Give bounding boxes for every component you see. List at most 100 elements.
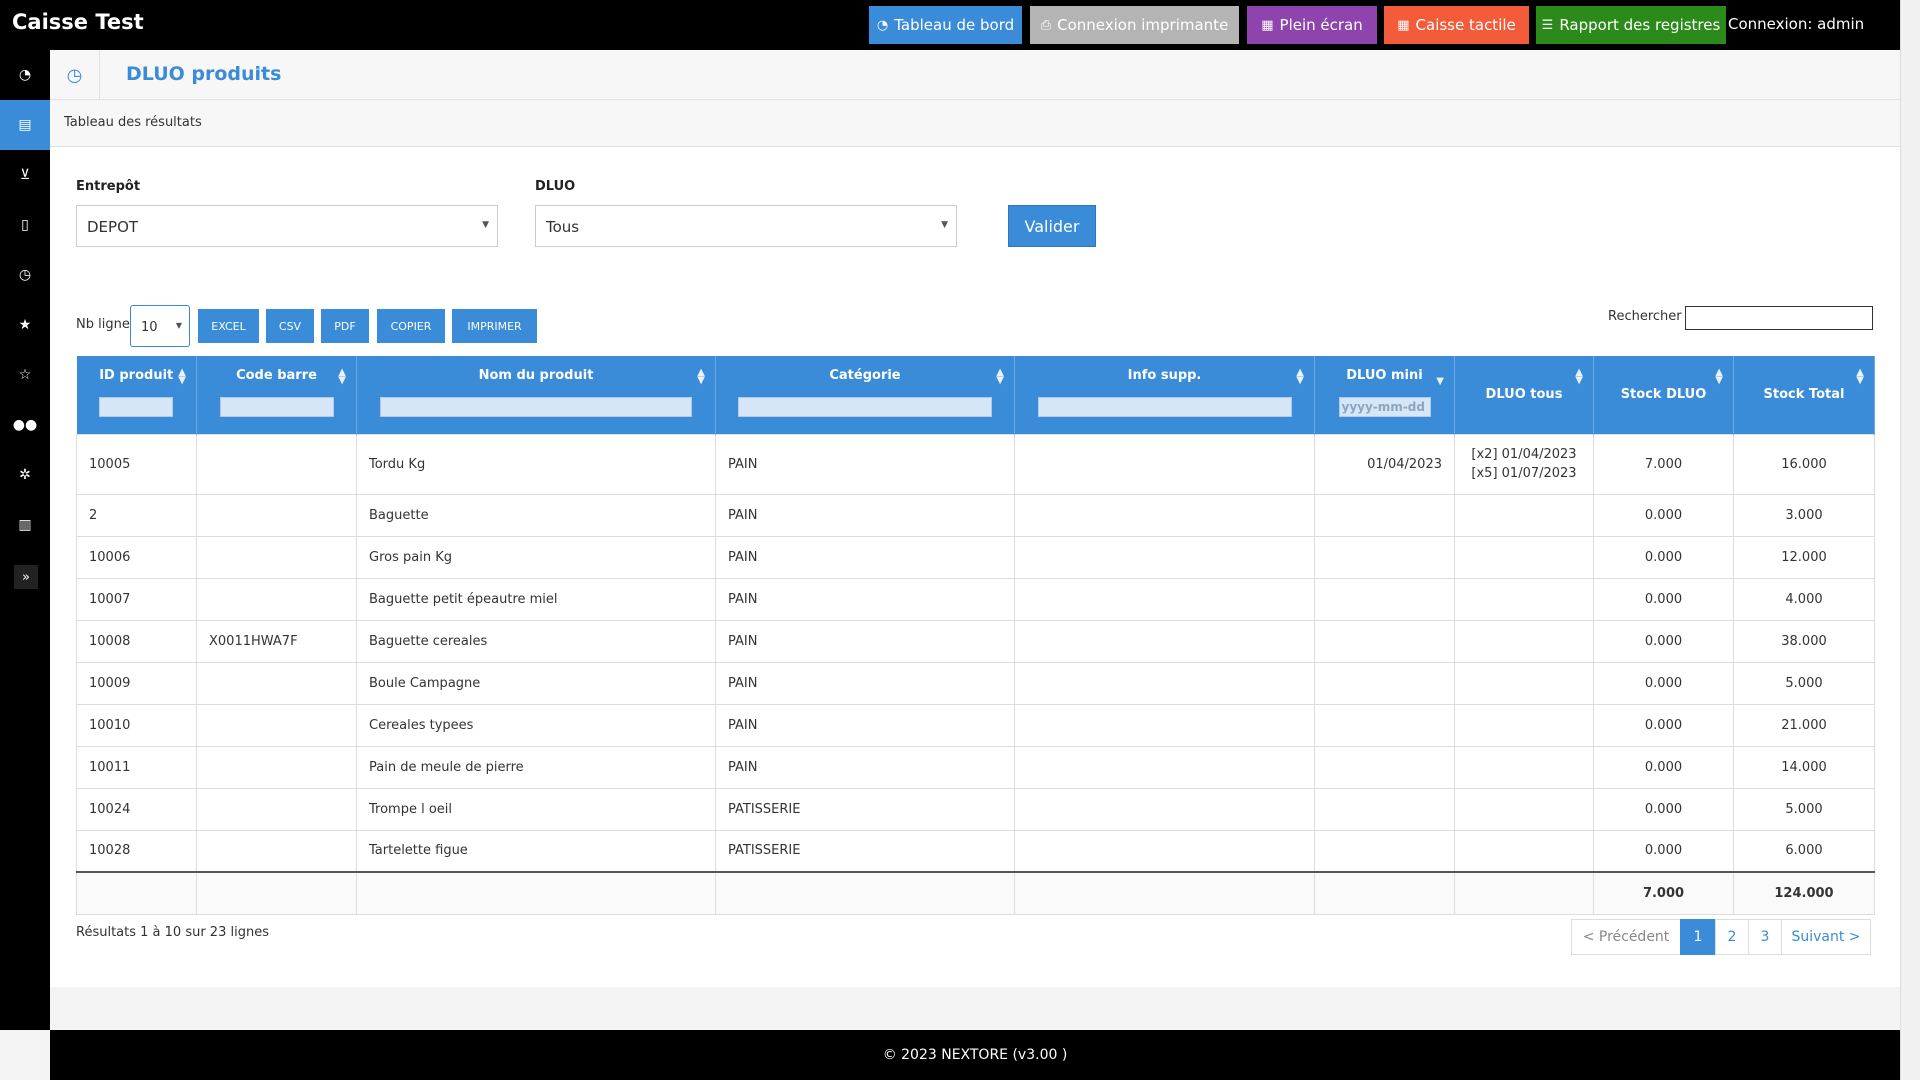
table-cell-stotal: 4.000 [1733,577,1875,621]
csv-button[interactable]: CSV [266,309,314,343]
table-cell-info [1014,745,1315,789]
pagination-prev[interactable]: < Précédent [1571,919,1681,955]
sidebar-item-star[interactable]: ★ [0,300,50,350]
table-cell-info [1014,577,1315,621]
register-report-button[interactable]: ☰ Rapport des registres [1536,6,1726,44]
cart-icon: ⊻ [19,167,31,183]
pagination-next[interactable]: Suivant > [1781,919,1871,955]
copy-button[interactable]: COPIER [377,309,445,343]
dluo-select[interactable]: Tous ▼ [535,205,957,247]
list-icon: ☰ [1541,17,1554,33]
filter-input-info[interactable] [1037,397,1292,417]
dashboard-button[interactable]: ◔ Tableau de bord [869,6,1022,44]
column-header-label: Nom du produit [478,368,594,383]
sidebar-item-clock[interactable]: ◷ [0,250,50,300]
table-row[interactable]: 10007 Baguette petit épeautre miel PAIN 0.0… [76,577,1875,621]
touch-register-button[interactable]: ▦ Caisse tactile [1384,6,1529,44]
column-header-name[interactable]: Nom du produit ▲ ▼ [356,356,716,434]
sidebar-item-table[interactable]: ▤ [0,100,50,150]
table-cell-nom: Tartelette figue [356,829,716,873]
column-header-dluo-tous[interactable]: DLUO tous ▲ ▼ [1454,356,1594,434]
column-header-info[interactable]: Info supp. ▲ ▼ [1014,356,1315,434]
panel-heading: Tableau des résultats [50,101,1900,147]
grid-icon: ▦ [1397,17,1410,33]
column-header-dluo-mini[interactable]: DLUO mini ▼ yyyy-mm-dd [1314,356,1455,434]
validate-button[interactable]: Valider [1008,205,1096,247]
table-row[interactable]: 10028 Tartelette figue PATISSERIE 0.000 6.00… [76,829,1875,873]
table-cell-id: 10028 [76,829,197,873]
scrollbar[interactable] [1900,0,1920,1080]
search-label: Rechercher [1608,309,1682,324]
nb-ligne-select[interactable]: 10 ▼ [130,305,190,347]
column-header-category[interactable]: Catégorie ▲ ▼ [715,356,1015,434]
column-header-barcode[interactable]: Code barre ▲ ▼ [196,356,357,434]
sidebar-item-stats[interactable]: ▥ [0,500,50,550]
table-cell-code [196,787,357,831]
date-filter-input[interactable]: yyyy-mm-dd [1338,397,1431,417]
table-cell-id: 10009 [76,661,197,705]
table-cell [356,871,716,915]
table-row[interactable]: 10010 Cereales typees PAIN 0.000 21.000 [76,703,1875,747]
table-row[interactable]: 10005 Tordu Kg PAIN 01/04/2023 [x2] 01/04/20… [76,433,1875,495]
table-cell-id: 10006 [76,535,197,579]
entrepot-label: Entrepôt [76,179,141,194]
table-cell-id: 2 [76,493,197,537]
table-row[interactable]: 10008 X0011HWA7F Baguette cereales PAIN 0.00… [76,619,1875,663]
nb-ligne-label: Nb ligne [76,317,130,332]
table-cell-sdluo: 0.000 [1593,619,1734,663]
column-header-label: Catégorie [829,368,901,383]
column-header-id[interactable]: ID produit ▲ ▼ [76,356,197,434]
table-row[interactable]: 2 Baguette PAIN 0.000 3.000 [76,493,1875,537]
table-cell-mini [1314,703,1455,747]
table-cell-info [1014,661,1315,705]
excel-button[interactable]: EXCEL [198,309,259,343]
column-header-stock-total[interactable]: Stock Total ▲ ▼ [1733,356,1875,434]
table-row[interactable]: 10006 Gros pain Kg PAIN 0.000 12.000 [76,535,1875,579]
table-cell-info [1014,493,1315,537]
login-status[interactable]: Connexion: admin [1728,15,1864,33]
table-row[interactable]: 10011 Pain de meule de pierre PAIN 0.000 14.… [76,745,1875,789]
table-cell-cat: PAIN [715,577,1015,621]
sidebar-item-users[interactable]: ●● [0,400,50,450]
table-row[interactable]: 10009 Boule Campagne PAIN 0.000 5.000 [76,661,1875,705]
fullscreen-button[interactable]: ▦ Plein écran [1247,6,1377,44]
table-row[interactable]: 10024 Trompe l oeil PATISSERIE 0.000 5.000 [76,787,1875,831]
print-button[interactable]: IMPRIMER [452,309,537,343]
table-cell-tous [1454,493,1594,537]
sort-icon: ▲ ▼ [1575,367,1583,386]
sidebar-item-star-outline[interactable]: ☆ [0,350,50,400]
sort-icon: ▲ ▼ [1296,367,1304,386]
pagination-page-1[interactable]: 1 [1680,919,1716,955]
filter-input-barcode[interactable] [219,397,334,417]
sidebar-item-document[interactable]: ▯ [0,200,50,250]
table-cell-id: 10010 [76,703,197,747]
table-cell-cat: PAIN [715,493,1015,537]
column-header-stock-dluo[interactable]: Stock DLUO ▲ ▼ [1593,356,1734,434]
table-cell-mini [1314,745,1455,789]
table-cell-tous: [x2] 01/04/2023 [x5] 01/07/2023 [1454,433,1594,495]
pagination-page-3[interactable]: 3 [1748,919,1782,955]
table-cell [196,871,357,915]
sidebar-item-settings[interactable]: ✲ [0,450,50,500]
table-cell-mini [1314,577,1455,621]
filter-input-id[interactable] [99,397,174,417]
clock-icon: ◷ [50,50,100,100]
pdf-button[interactable]: PDF [321,309,369,343]
table-cell-nom: Baguette [356,493,716,537]
table-cell-sdluo: 0.000 [1593,745,1734,789]
sort-icon: ▲ ▼ [338,367,346,386]
search-input[interactable] [1685,306,1873,330]
sidebar-expand-button[interactable]: » [14,565,38,589]
table-cell-id: 10024 [76,787,197,831]
sidebar-item-dashboard[interactable]: ◔ [0,50,50,100]
filter-input-name[interactable] [380,397,692,417]
printer-connect-button[interactable]: ⎙ Connexion imprimante [1030,6,1239,44]
sidebar-item-cart[interactable]: ⊻ [0,150,50,200]
entrepot-select[interactable]: DEPOT ▼ [76,205,498,247]
pagination-page-2[interactable]: 2 [1715,919,1749,955]
table-cell [715,871,1015,915]
filter-input-category[interactable] [738,397,992,417]
table-cell-cat: PATISSERIE [715,787,1015,831]
table-cell-cat: PAIN [715,703,1015,747]
table-cell-cat: PAIN [715,433,1015,495]
